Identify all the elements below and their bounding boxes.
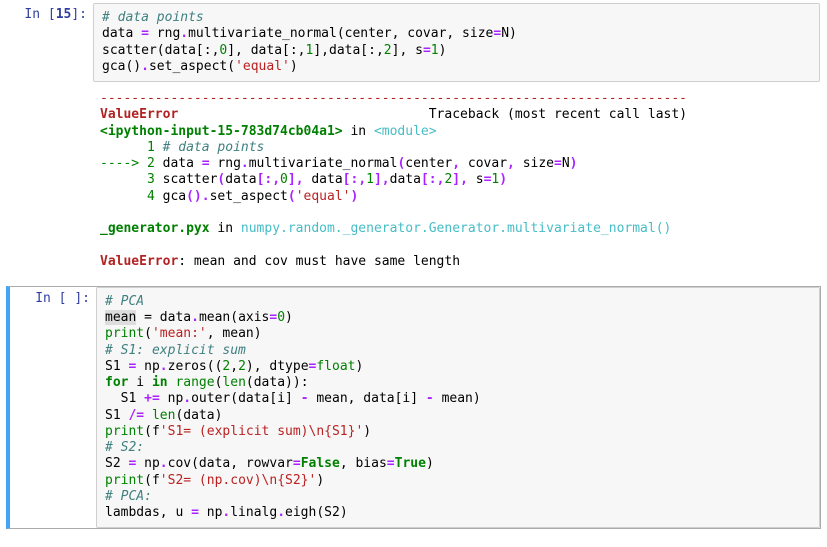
traceback-file: <ipython-input-15-783d74cb04a1>	[100, 124, 343, 139]
error-final: ValueError	[100, 254, 178, 269]
error-arrow: ---->	[100, 156, 147, 171]
code-cell-empty[interactable]: In [ ]: # PCA mean = data.mean(axis=0) p…	[6, 286, 821, 530]
traceback-separator: ----------------------------------------…	[100, 91, 687, 106]
traceback-output: ----------------------------------------…	[92, 85, 821, 276]
code-cell-15[interactable]: In [15]: # data points data = rng.multiv…	[6, 2, 821, 83]
traceback-generator-file: _generator.pyx	[100, 221, 210, 236]
error-name: ValueError	[100, 107, 178, 122]
code-content[interactable]: # PCA mean = data.mean(axis=0) print('me…	[105, 294, 811, 522]
code-input-area[interactable]: # PCA mean = data.mean(axis=0) print('me…	[96, 287, 820, 529]
input-prompt: In [ ]:	[10, 287, 96, 529]
highlighted-variable: mean	[105, 310, 136, 325]
output-prompt-spacer	[6, 85, 92, 276]
code-input-area[interactable]: # data points data = rng.multivariate_no…	[93, 3, 820, 82]
output-cell-15: ----------------------------------------…	[6, 85, 821, 276]
code-content[interactable]: # data points data = rng.multivariate_no…	[102, 10, 811, 75]
input-prompt: In [15]:	[7, 3, 93, 82]
